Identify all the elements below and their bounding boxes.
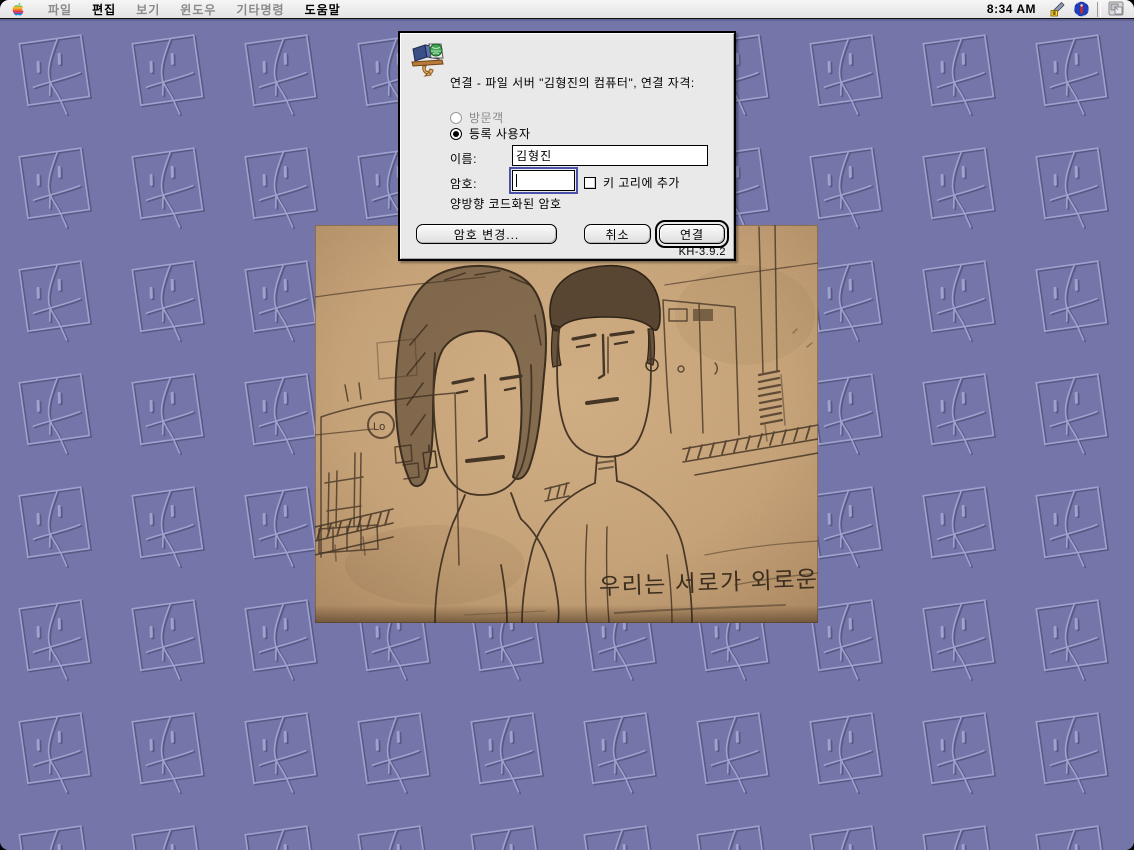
name-input[interactable] [512,145,708,166]
keychain-checkbox[interactable] [584,177,596,189]
menu-special: 기타명령 [226,0,294,20]
menu-bar: 파일 편집 보기 윈도우 기타명령 도움말 8:34 AM [0,0,1134,19]
menu-divider [1097,2,1101,17]
cancel-button[interactable]: 취소 [584,224,651,244]
file-server-globe-folder-icon [409,41,447,77]
apple-menu-icon[interactable] [10,2,25,17]
connect-dialog: 연결 - 파일 서버 "김형진의 컴퓨터", 연결 자격: 방문객 등록 사용자… [398,31,736,261]
radio-registered[interactable]: 등록 사용자 [450,125,531,142]
dialog-title: 연결 - 파일 서버 "김형진의 컴퓨터", 연결 자격: [450,76,726,91]
application-menu-icon[interactable] [1104,1,1128,17]
menu-view: 보기 [126,0,170,20]
radio-guest-label: 방문객 [469,109,504,126]
pencil-input-menu-icon[interactable] [1048,1,1065,17]
menu-edit[interactable]: 편집 [82,0,126,20]
connect-button[interactable]: 연결 [659,224,725,244]
password-input[interactable] [512,170,575,191]
menu-bar-right: 8:34 AM [979,0,1134,18]
password-label: 암호: [450,175,477,192]
radio-guest: 방문객 [450,109,504,126]
name-label: 이름: [450,150,477,167]
default-button-ring: 연결 [655,220,729,248]
change-password-button[interactable]: 암호 변경... [416,224,557,244]
radio-registered-circle[interactable] [450,128,462,140]
radio-registered-label: 등록 사용자 [469,125,531,142]
sketch-artwork: Lo 우리는 서로가 외로운 사람들 [315,225,818,623]
keychain-label: 키 고리에 추가 [603,174,680,191]
version-label: KH-3.9.2 [679,246,726,258]
sketch-badge-text: Lo [373,421,385,433]
blue-circle-menu-icon[interactable] [1073,1,1090,17]
menu-window: 윈도우 [170,0,226,20]
keychain-checkbox-row[interactable]: 키 고리에 추가 [584,174,680,191]
password-encryption-note: 양방향 코드화된 암호 [450,195,562,212]
text-caret [516,174,517,187]
menu-help[interactable]: 도움말 [295,0,351,20]
menu-file: 파일 [38,0,82,20]
menu-clock[interactable]: 8:34 AM [979,2,1044,16]
screen: 파일 편집 보기 윈도우 기타명령 도움말 8:34 AM [0,0,1134,850]
radio-guest-circle [450,112,462,124]
